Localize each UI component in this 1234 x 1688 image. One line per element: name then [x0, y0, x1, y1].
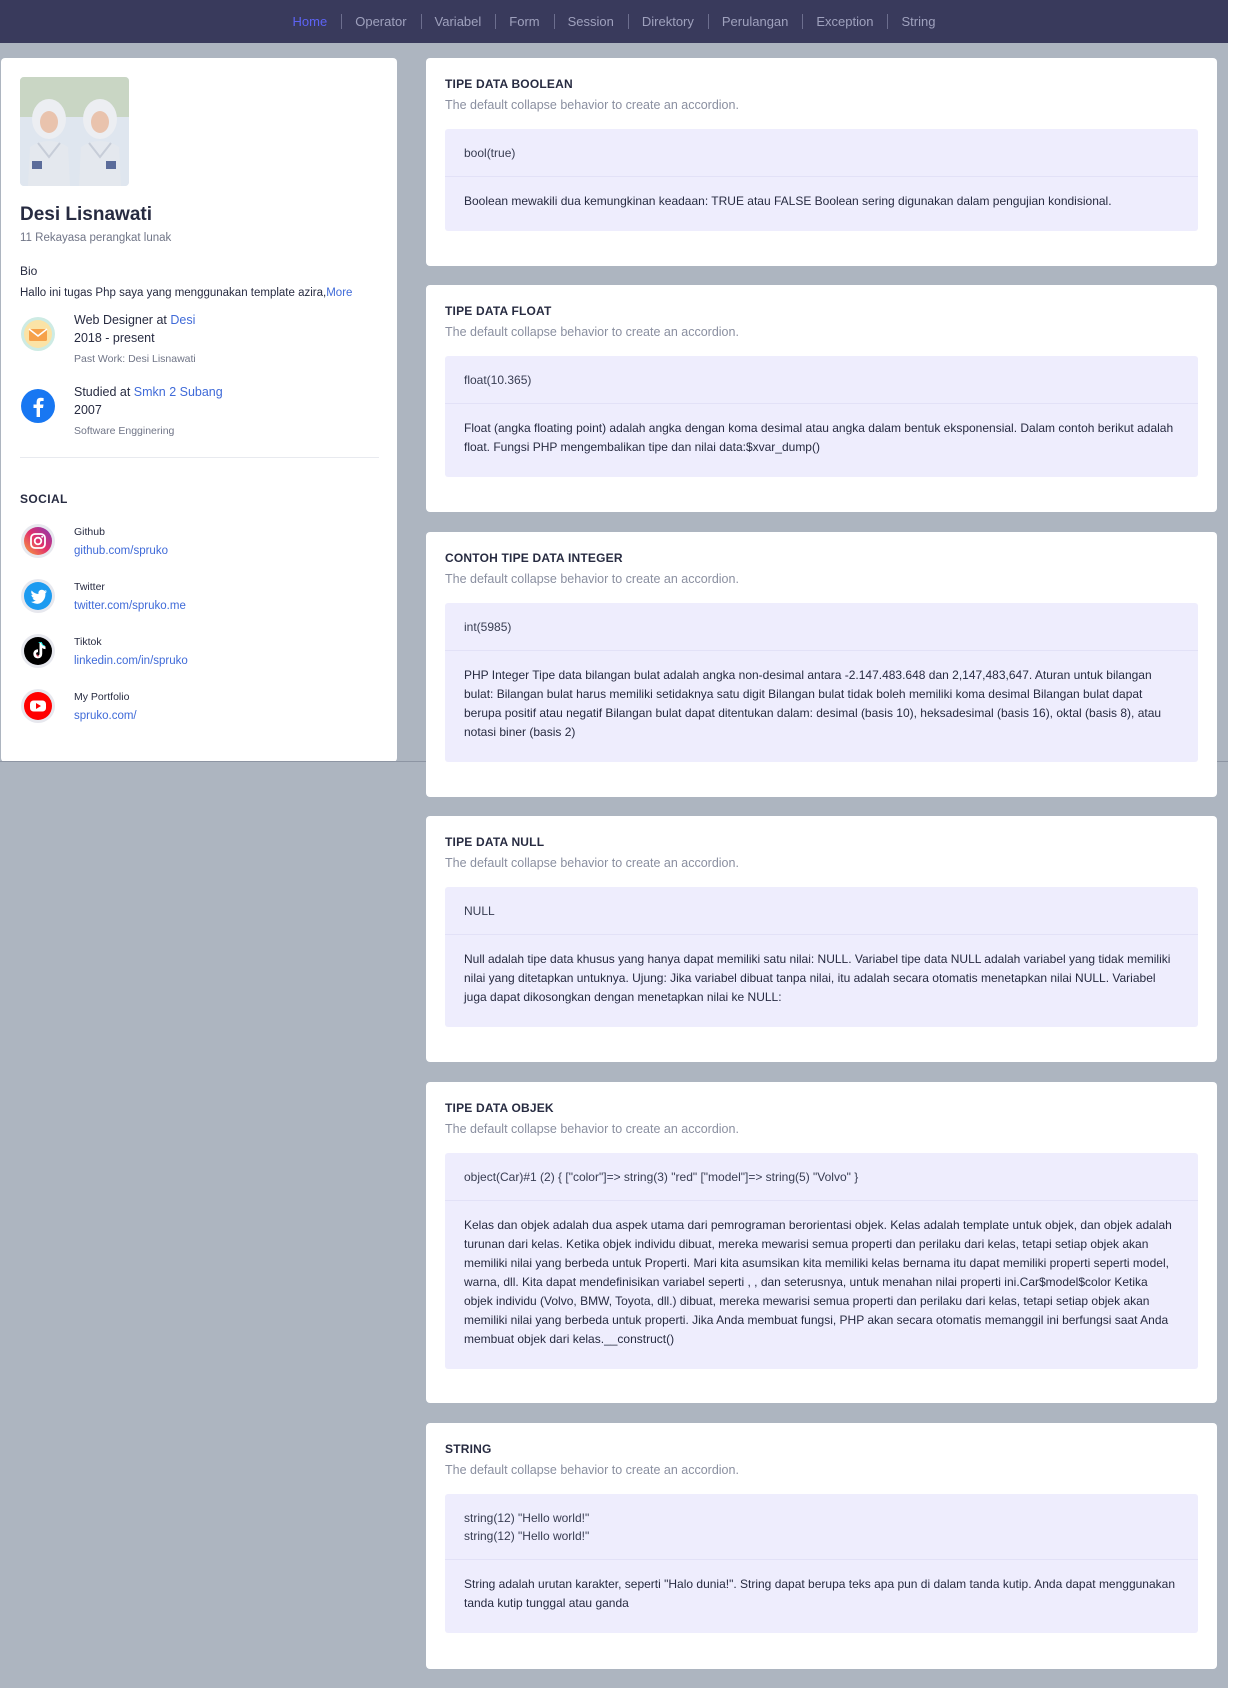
- experience-org-link[interactable]: Desi: [170, 313, 195, 327]
- page-edge: [1228, 0, 1234, 1688]
- instagram-icon: [21, 524, 55, 558]
- nav-item-session[interactable]: Session: [553, 14, 628, 29]
- profile-card: Desi Lisnawati 11 Rekayasa perangkat lun…: [1, 58, 397, 762]
- experience-prefix: Web Designer at: [74, 313, 171, 327]
- accordion-header[interactable]: int(5985): [445, 603, 1198, 651]
- experience-note: Past Work: Desi Lisnawati: [74, 353, 196, 365]
- experience-period: 2018 - present: [74, 331, 155, 345]
- accordion-header[interactable]: float(10.365): [445, 356, 1198, 404]
- education-note: Software Engginering: [74, 425, 175, 437]
- social-item-portfolio: My Portfolio spruko.com/: [20, 688, 378, 724]
- card-boolean: TIPE DATA BOOLEAN The default collapse b…: [426, 58, 1217, 266]
- social-label: Github: [74, 525, 105, 538]
- top-navigation: Home Operator Variabel Form Session Dire…: [0, 0, 1228, 43]
- avatar: [20, 77, 129, 186]
- accordion-body: String adalah urutan karakter, seperti "…: [464, 1577, 1175, 1610]
- card-subtitle: The default collapse behavior to create …: [445, 856, 739, 870]
- nav-item-direktory[interactable]: Direktory: [627, 14, 708, 29]
- accordion-body: PHP Integer Tipe data bilangan bulat ada…: [464, 668, 1162, 739]
- card-title: TIPE DATA NULL: [445, 835, 545, 849]
- accordion: float(10.365) Float (angka floating poin…: [445, 356, 1198, 477]
- social-link[interactable]: linkedin.com/in/spruko: [74, 655, 188, 667]
- social-link[interactable]: spruko.com/: [74, 710, 137, 722]
- social-link[interactable]: twitter.com/spruko.me: [74, 600, 186, 612]
- accordion-header[interactable]: string(12) "Hello world!" string(12) "He…: [445, 1494, 1198, 1560]
- education-item: Studied at Smkn 2 Subang 2007 Software E…: [20, 385, 378, 437]
- mail-icon: [21, 317, 55, 351]
- accordion: NULL Null adalah tipe data khusus yang h…: [445, 887, 1198, 1027]
- card-title: STRING: [445, 1442, 492, 1456]
- card-subtitle: The default collapse behavior to create …: [445, 1122, 739, 1136]
- social-item-github: Github github.com/spruko: [20, 523, 378, 559]
- bio-more-link[interactable]: More: [326, 287, 352, 299]
- card-subtitle: The default collapse behavior to create …: [445, 325, 739, 339]
- facebook-icon: [21, 389, 55, 423]
- social-item-twitter: Twitter twitter.com/spruko.me: [20, 578, 378, 614]
- card-objek: TIPE DATA OBJEK The default collapse beh…: [426, 1082, 1217, 1403]
- bio-text: Hallo ini tugas Php saya yang menggunaka…: [20, 287, 378, 299]
- nav-item-string[interactable]: String: [887, 14, 949, 29]
- avatar-photo: [20, 77, 129, 186]
- education-prefix: Studied at: [74, 385, 134, 399]
- nav-item-variabel[interactable]: Variabel: [420, 14, 496, 29]
- card-title: CONTOH TIPE DATA INTEGER: [445, 551, 623, 565]
- accordion-body: Null adalah tipe data khusus yang hanya …: [464, 952, 1171, 1004]
- youtube-icon: [21, 689, 55, 723]
- accordion-header[interactable]: object(Car)#1 (2) { ["color"]=> string(3…: [445, 1153, 1198, 1201]
- accordion-header[interactable]: bool(true): [445, 129, 1198, 177]
- twitter-icon: [21, 579, 55, 613]
- card-title: TIPE DATA BOOLEAN: [445, 77, 573, 91]
- nav-item-home[interactable]: Home: [279, 14, 342, 29]
- accordion-body: Boolean mewakili dua kemungkinan keadaan…: [464, 194, 1112, 208]
- nav-item-perulangan[interactable]: Perulangan: [707, 14, 803, 29]
- card-subtitle: The default collapse behavior to create …: [445, 98, 739, 112]
- card-null: TIPE DATA NULL The default collapse beha…: [426, 816, 1217, 1062]
- tiktok-icon: [21, 634, 55, 668]
- nav-item-operator[interactable]: Operator: [341, 14, 420, 29]
- accordion: int(5985) PHP Integer Tipe data bilangan…: [445, 603, 1198, 762]
- card-subtitle: The default collapse behavior to create …: [445, 572, 739, 586]
- social-label: My Portfolio: [74, 690, 130, 703]
- divider: [20, 457, 379, 458]
- accordion: object(Car)#1 (2) { ["color"]=> string(3…: [445, 1153, 1198, 1369]
- social-link[interactable]: github.com/spruko: [74, 545, 168, 557]
- accordion-header[interactable]: NULL: [445, 887, 1198, 935]
- profile-role: 11 Rekayasa perangkat lunak: [20, 232, 172, 244]
- nav-item-form[interactable]: Form: [495, 14, 553, 29]
- bio-text-content: Hallo ini tugas Php saya yang menggunaka…: [20, 287, 327, 299]
- social-label: Tiktok: [74, 635, 102, 648]
- education-org-link[interactable]: Smkn 2 Subang: [134, 385, 223, 399]
- profile-name: Desi Lisnawati: [20, 204, 152, 225]
- card-title: TIPE DATA OBJEK: [445, 1101, 554, 1115]
- nav-item-exception[interactable]: Exception: [802, 14, 887, 29]
- bio-label: Bio: [20, 264, 38, 278]
- card-subtitle: The default collapse behavior to create …: [445, 1463, 739, 1477]
- accordion: string(12) "Hello world!" string(12) "He…: [445, 1494, 1198, 1633]
- social-title: SOCIAL: [20, 492, 68, 506]
- education-period: 2007: [74, 403, 102, 417]
- card-title: TIPE DATA FLOAT: [445, 304, 552, 318]
- accordion-body: Float (angka floating point) adalah angk…: [464, 421, 1174, 454]
- card-string: STRING The default collapse behavior to …: [426, 1423, 1217, 1669]
- social-item-tiktok: Tiktok linkedin.com/in/spruko: [20, 633, 378, 669]
- experience-item: Web Designer at Desi 2018 - present Past…: [20, 313, 378, 365]
- social-label: Twitter: [74, 580, 105, 593]
- card-integer: CONTOH TIPE DATA INTEGER The default col…: [426, 532, 1217, 797]
- accordion-body: Kelas dan objek adalah dua aspek utama d…: [464, 1218, 1172, 1346]
- accordion: bool(true) Boolean mewakili dua kemungki…: [445, 129, 1198, 231]
- card-float: TIPE DATA FLOAT The default collapse beh…: [426, 285, 1217, 512]
